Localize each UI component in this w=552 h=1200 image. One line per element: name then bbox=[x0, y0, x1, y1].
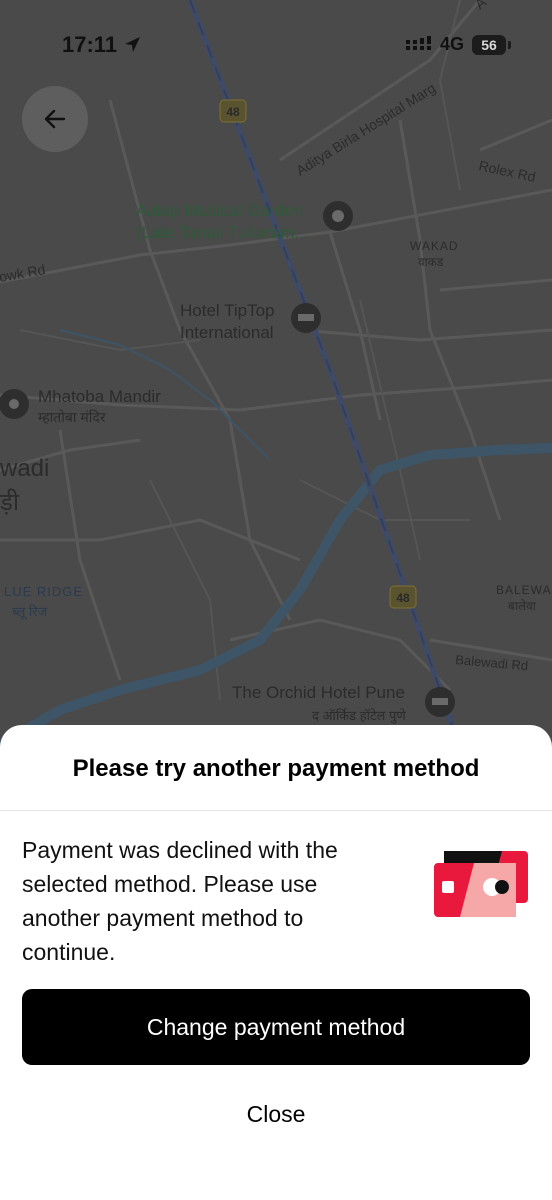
map-label: BALEWA bbox=[496, 583, 552, 597]
hotel-pin-icon[interactable] bbox=[425, 687, 455, 717]
map-label: Mhatoba Mandir bbox=[38, 387, 161, 406]
map-label: बालेवा bbox=[508, 599, 537, 613]
temple-pin-icon[interactable] bbox=[0, 389, 29, 419]
battery-level: 56 bbox=[481, 36, 497, 53]
map-label: International bbox=[180, 323, 274, 342]
status-indicators: 4G 56 bbox=[405, 34, 511, 55]
status-bar: 17:11 4G 56 bbox=[0, 0, 552, 90]
signal-icon bbox=[405, 35, 431, 50]
highway-shield-label: 48 bbox=[396, 591, 410, 605]
map-label: LUE RIDGE bbox=[4, 584, 83, 599]
payment-declined-sheet: Please try another payment method Paymen… bbox=[0, 725, 552, 1200]
map-label: The Orchid Hotel Pune bbox=[232, 683, 405, 702]
status-time: 17:11 bbox=[62, 32, 141, 58]
declined-card-icon bbox=[434, 851, 528, 917]
back-button[interactable] bbox=[22, 86, 88, 152]
arrow-left-icon bbox=[44, 109, 66, 129]
hotel-pin-icon[interactable] bbox=[291, 303, 321, 333]
network-type: 4G bbox=[439, 34, 464, 54]
music-pin-icon[interactable] bbox=[323, 201, 353, 231]
close-button[interactable]: Close bbox=[176, 1083, 376, 1145]
map-label: द ऑर्किड हॉटेल पुणे bbox=[312, 708, 406, 724]
highway-shield-label: 48 bbox=[226, 105, 240, 119]
map-label: Hotel TipTop bbox=[180, 301, 275, 320]
map-label: वाकड bbox=[418, 255, 444, 269]
sheet-title: Please try another payment method bbox=[72, 755, 480, 782]
map-label: म्हातोबा मंदिर bbox=[38, 409, 106, 425]
map-label: (Late Tanaji Tukaram... bbox=[136, 223, 309, 242]
map-label: ड़ी bbox=[0, 488, 20, 516]
map-label: wadi bbox=[0, 455, 49, 482]
divider bbox=[0, 810, 552, 811]
status-time-text: 17:11 bbox=[62, 32, 118, 57]
change-payment-method-button[interactable]: Change payment method bbox=[22, 989, 530, 1065]
map-label: Aalap Musical Garden bbox=[136, 201, 303, 220]
declined-message: Payment was declined with the selected m… bbox=[22, 837, 338, 965]
map-label: WAKAD bbox=[410, 239, 459, 253]
map-label: ब्लू रिज bbox=[12, 604, 48, 620]
location-arrow-icon bbox=[125, 37, 141, 52]
battery-icon: 56 bbox=[472, 34, 511, 55]
